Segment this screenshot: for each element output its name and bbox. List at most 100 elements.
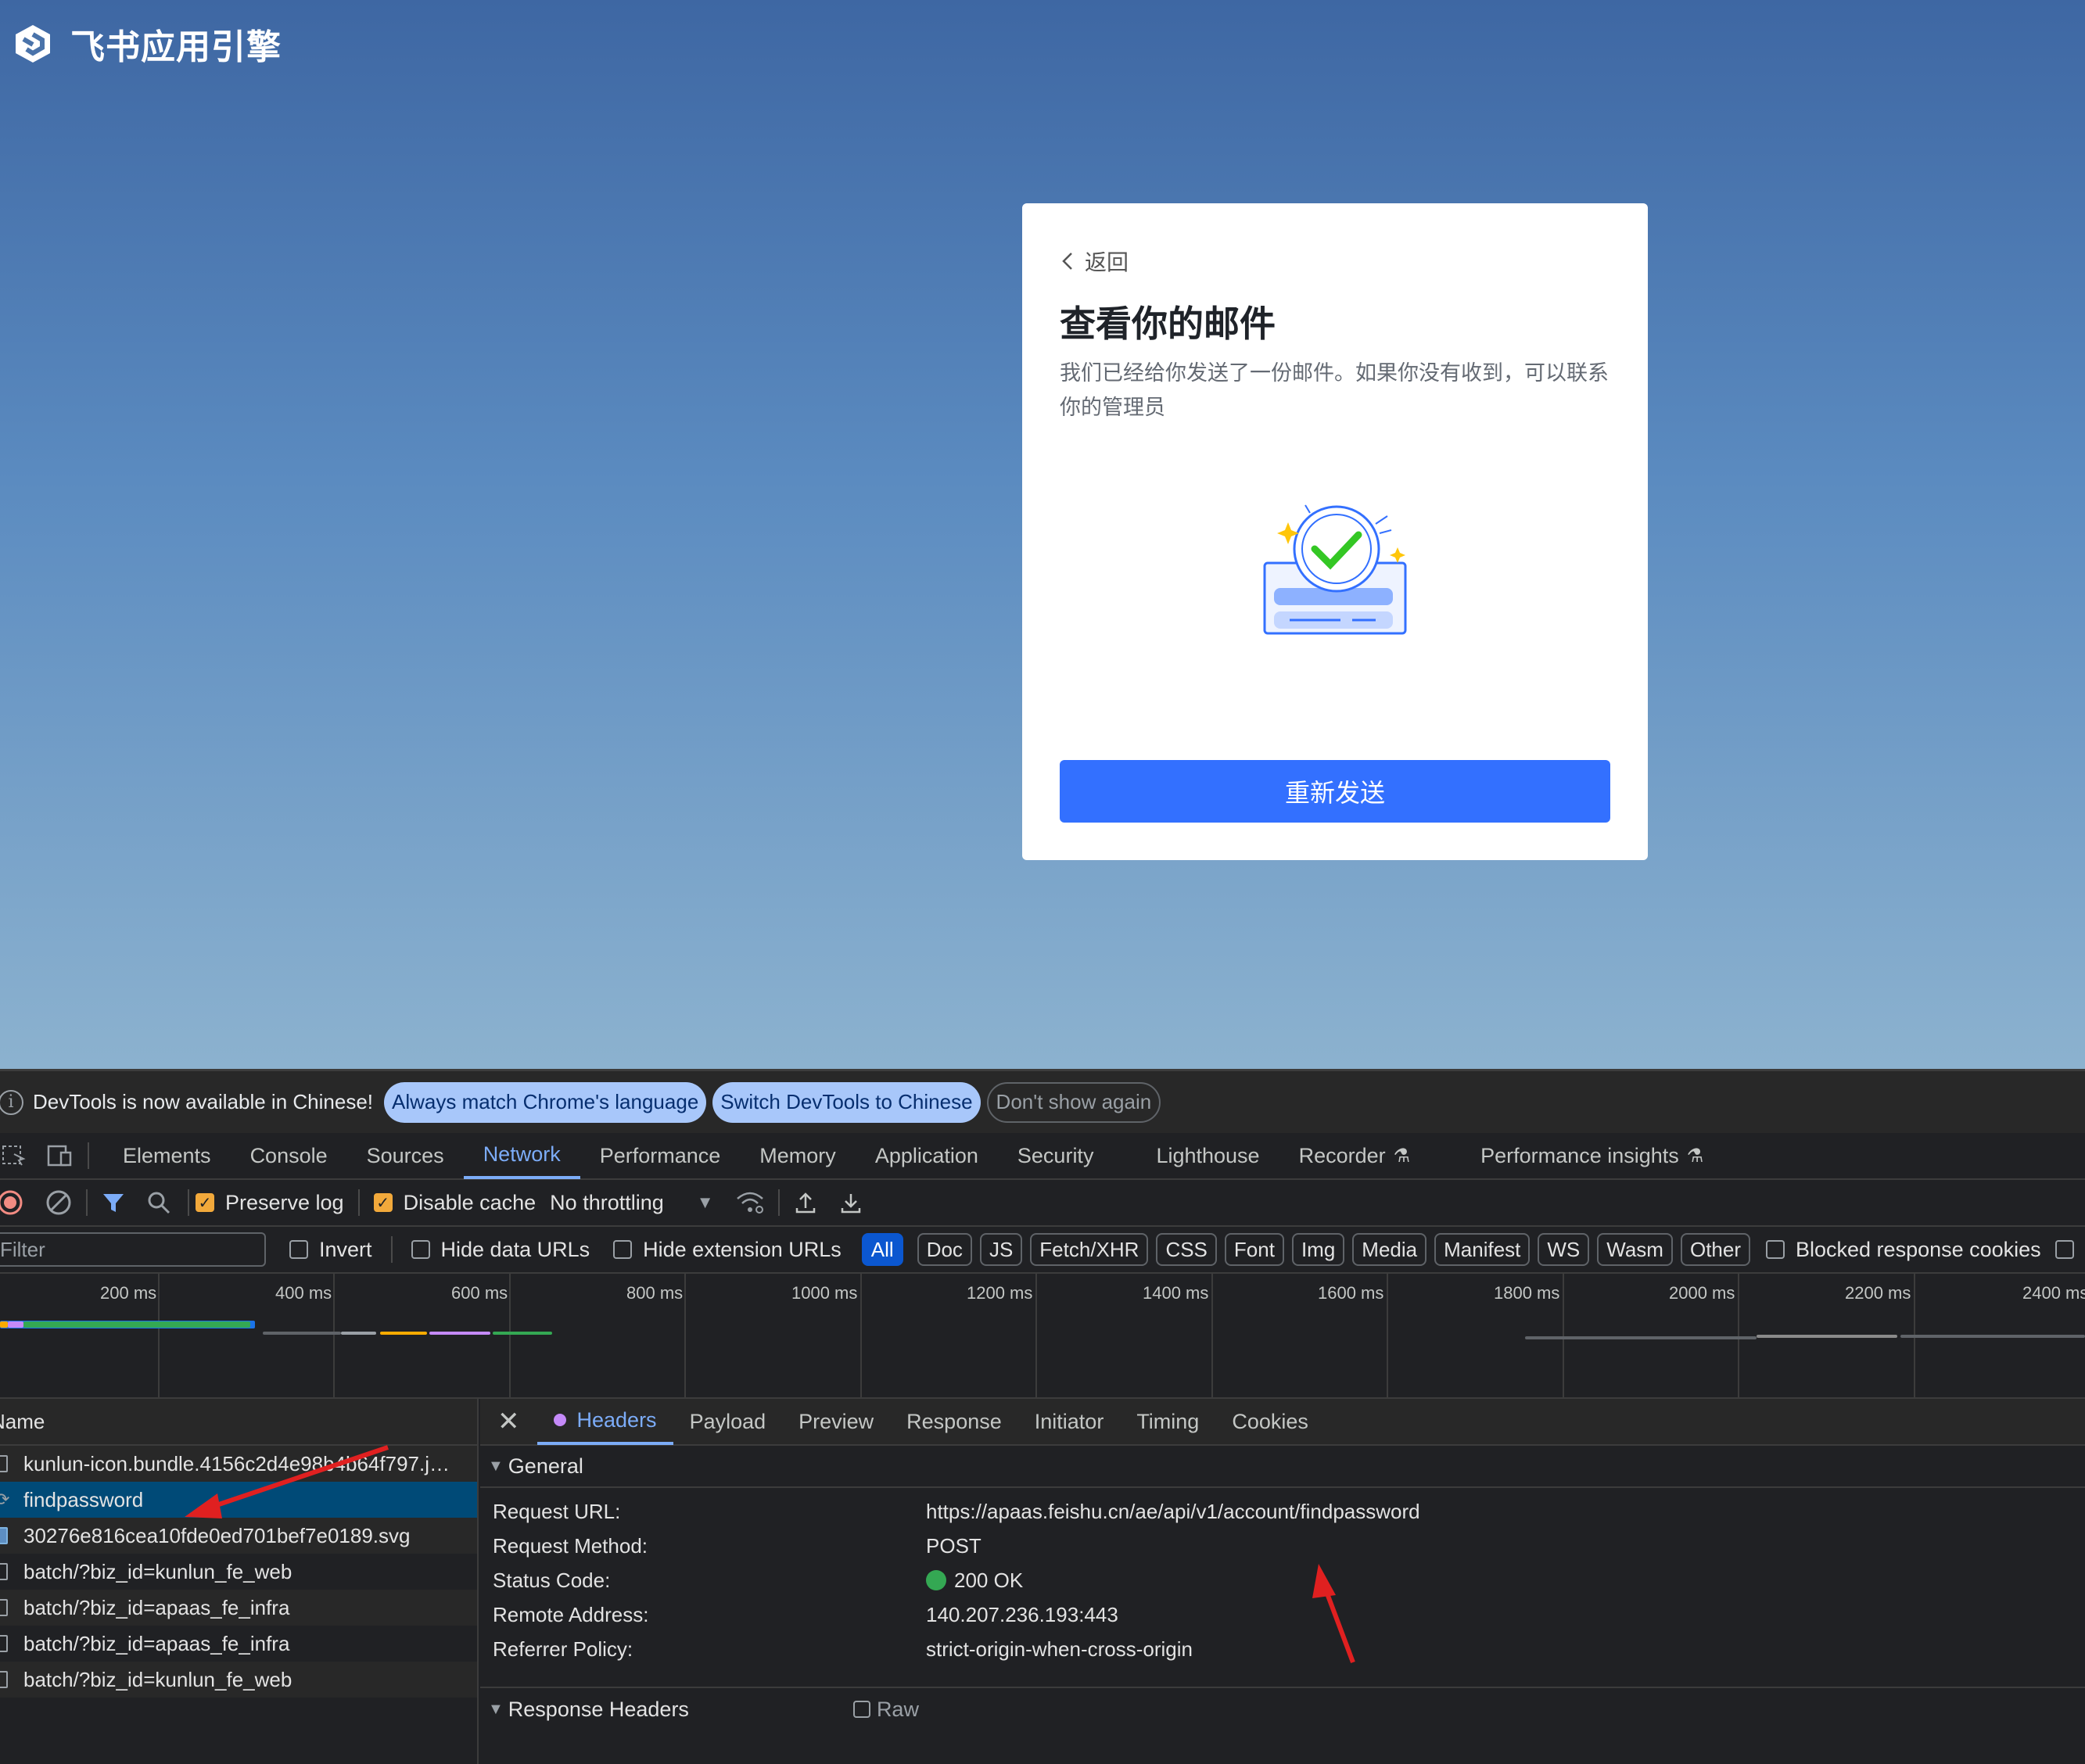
export-har-icon[interactable] [839,1191,863,1214]
close-icon[interactable]: ✕ [497,1406,520,1437]
devtools-panel: i DevTools is now available in Chinese! … [0,1069,2085,1764]
separator [86,1189,88,1216]
email-sent-card: 返回 查看你的邮件 我们已经给你发送了一份邮件。如果你没有收到，可以联系你的管理… [1022,203,1648,860]
type-filter-font[interactable]: Font [1224,1233,1284,1266]
timeline-tick-label: 1400 ms [1143,1283,1209,1303]
timeline-waterfall-bar [23,1321,250,1328]
tab-performance[interactable]: Performance [580,1132,741,1179]
separator [390,1236,393,1263]
hide-extension-urls-checkbox[interactable] [613,1240,633,1259]
collapse-triangle-icon: ▼ [488,1457,504,1475]
script-file-icon [0,1455,8,1472]
disable-cache-checkbox[interactable]: ✓ [373,1193,393,1212]
tab-performance-insights[interactable]: Performance insights ⚗ [1461,1132,1723,1179]
type-filter-ws[interactable]: WS [1538,1233,1590,1266]
tab-sources[interactable]: Sources [347,1132,464,1179]
feishu-logo-icon [16,25,50,63]
timeline-tick-label: 600 ms [451,1283,508,1303]
hide-data-urls-label: Hide data URLs [440,1237,590,1261]
always-match-language-button[interactable]: Always match Chrome's language [384,1081,707,1123]
filter-input[interactable]: Filter [0,1232,266,1267]
blocked-cookies-label: Blocked response cookies [1796,1237,2041,1261]
tab-timing[interactable]: Timing [1120,1398,1215,1445]
raw-checkbox[interactable] [852,1701,870,1718]
clear-icon[interactable] [45,1189,72,1216]
dont-show-again-button[interactable]: Don't show again [986,1081,1161,1123]
tab-lighthouse[interactable]: Lighthouse [1136,1132,1279,1179]
status-ok-dot-icon [926,1570,946,1590]
timeline-tick-label: 2400 ms [2022,1283,2085,1303]
response-headers-section-header[interactable]: ▼ Response Headers Raw [480,1688,2085,1730]
request-row[interactable]: batch/?biz_id=apaas_fe_infra [0,1626,477,1662]
document-file-icon [0,1563,8,1580]
timeline-waterfall-bar [8,1321,23,1328]
type-filter-all[interactable]: All [861,1233,903,1266]
header-value: 200 OK [954,1568,1024,1592]
request-row[interactable]: kunlun-icon.bundle.4156c2d4e98b4b64f797.… [0,1446,477,1482]
header-value: 140.207.236.193:443 [926,1602,1118,1626]
dropdown-arrow-icon[interactable]: ▼ [697,1192,714,1213]
tab-application[interactable]: Application [856,1132,998,1179]
tab-response[interactable]: Response [890,1398,1018,1445]
network-conditions-icon[interactable] [736,1191,764,1214]
preserve-log-label: Preserve log [225,1190,344,1214]
type-filter-other[interactable]: Other [1680,1233,1750,1266]
tab-preview[interactable]: Preview [782,1398,890,1445]
tab-cookies[interactable]: Cookies [1215,1398,1325,1445]
tab-payload[interactable]: Payload [673,1398,783,1445]
tab-security[interactable]: Security [998,1132,1114,1179]
tab-elements[interactable]: Elements [103,1132,231,1179]
request-row[interactable]: batch/?biz_id=kunlun_fe_web [0,1662,477,1698]
timeline-waterfall-bar [0,1321,8,1328]
details-tabbar: ✕ Headers Payload Preview Response Initi… [480,1399,2085,1446]
inspect-element-icon[interactable] [0,1142,28,1170]
type-filter-manifest[interactable]: Manifest [1434,1233,1531,1266]
more-filters-checkbox[interactable] [2054,1240,2074,1259]
filter-funnel-icon[interactable] [102,1191,125,1214]
general-section-header[interactable]: ▼ General [480,1446,2085,1488]
timeline-tick-label: 200 ms [100,1283,157,1303]
tab-memory[interactable]: Memory [740,1132,856,1179]
network-timeline-overview: 200 ms 400 ms 600 ms 800 ms 1000 ms 1200… [0,1274,2085,1399]
hide-data-urls-checkbox[interactable] [411,1240,430,1259]
invert-checkbox[interactable] [289,1240,308,1259]
record-stop-icon[interactable] [0,1189,23,1216]
timeline-waterfall-bar [1900,1335,2085,1338]
search-icon[interactable] [147,1191,170,1214]
timeline-tick: 1200 ms [967,1274,1037,1399]
tab-network[interactable]: Network [463,1132,580,1179]
request-row[interactable]: batch/?biz_id=apaas_fe_infra [0,1590,477,1626]
type-filter-img[interactable]: Img [1291,1233,1345,1266]
timeline-tick: 1600 ms [1318,1274,1388,1399]
name-column-header[interactable]: Name [0,1399,477,1446]
back-link[interactable]: 返回 [1060,246,1129,277]
web-page: 飞书应用引擎 返回 查看你的邮件 我们已经给你发送了一份邮件。如果你没有收到，可… [0,0,2085,1069]
request-name: 30276e816cea10fde0ed701bef7e0189.svg [23,1523,411,1547]
raw-toggle[interactable]: Raw [852,1698,919,1722]
separator [357,1189,360,1216]
general-section-title: General [508,1454,583,1478]
tab-initiator[interactable]: Initiator [1018,1398,1121,1445]
card-title: 查看你的邮件 [1060,303,1276,345]
type-filter-js[interactable]: JS [979,1233,1023,1266]
device-toolbar-icon[interactable] [45,1142,74,1170]
request-row-selected[interactable]: ⟳ findpassword [0,1482,477,1518]
type-filter-wasm[interactable]: Wasm [1597,1233,1673,1266]
tab-console[interactable]: Console [231,1132,347,1179]
resend-button[interactable]: 重新发送 [1060,760,1610,823]
blocked-cookies-checkbox[interactable] [1766,1240,1785,1259]
request-row[interactable]: 30276e816cea10fde0ed701bef7e0189.svg [0,1518,477,1554]
switch-to-chinese-button[interactable]: Switch DevTools to Chinese [712,1081,981,1123]
type-filter-doc[interactable]: Doc [917,1233,972,1266]
type-filter-media[interactable]: Media [1352,1233,1427,1266]
timeline-tick-label: 1800 ms [1494,1283,1560,1303]
tab-headers[interactable]: Headers [537,1398,673,1445]
import-har-icon[interactable] [794,1191,817,1214]
type-filter-css[interactable]: CSS [1156,1233,1217,1266]
throttling-select[interactable]: No throttling [550,1191,664,1215]
tab-recorder[interactable]: Recorder ⚗ [1279,1132,1430,1179]
type-filter-fetch-xhr[interactable]: Fetch/XHR [1030,1233,1149,1266]
disable-cache-label: Disable cache [403,1190,537,1214]
request-row[interactable]: batch/?biz_id=kunlun_fe_web [0,1554,477,1590]
preserve-log-checkbox[interactable]: ✓ [196,1193,214,1212]
